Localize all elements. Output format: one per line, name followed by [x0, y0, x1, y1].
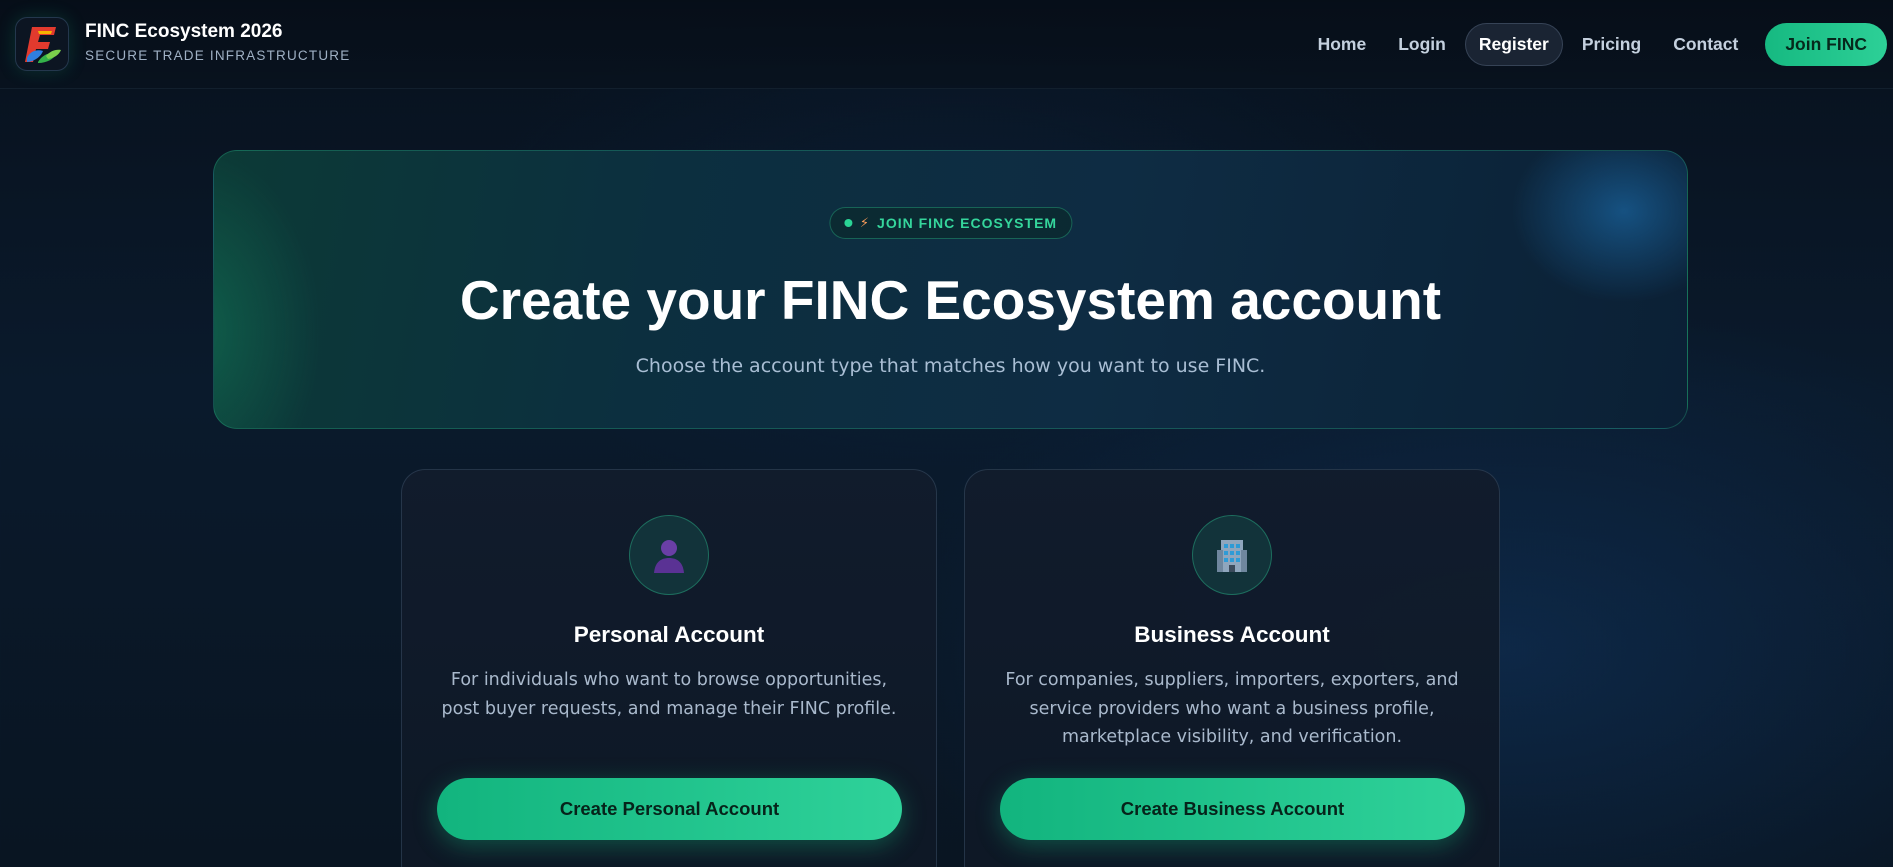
badge-label: JOIN FINC ECOSYSTEM — [877, 215, 1058, 231]
finc-logo-icon[interactable] — [15, 17, 69, 71]
create-business-account-button[interactable]: Create Business Account — [1000, 778, 1465, 840]
lightning-bolt-icon: ⚡ — [859, 215, 870, 231]
hero-banner: ⚡ JOIN FINC ECOSYSTEM Create your FINC E… — [213, 150, 1688, 429]
site-header: FINC Ecosystem 2026 SECURE TRADE INFRAST… — [0, 0, 1893, 89]
nav-pricing[interactable]: Pricing — [1569, 24, 1654, 65]
personal-card-description: For individuals who want to browse oppor… — [441, 670, 897, 719]
main-nav: Home Login Register Pricing Contact Join… — [1305, 0, 1887, 89]
page-title: Create your FINC Ecosystem account — [459, 269, 1442, 331]
business-card-description: For companies, suppliers, importers, exp… — [1005, 670, 1459, 747]
office-building-icon — [1192, 515, 1272, 595]
join-finc-button[interactable]: Join FINC — [1765, 23, 1887, 66]
status-dot-icon — [843, 219, 852, 227]
page-subtitle: Choose the account type that matches how… — [635, 355, 1266, 377]
join-badge: ⚡ JOIN FINC ECOSYSTEM — [828, 207, 1073, 239]
personal-account-card: Personal Account For individuals who wan… — [401, 469, 937, 867]
brand-subtitle: SECURE TRADE INFRASTRUCTURE — [85, 48, 351, 63]
person-icon — [629, 515, 709, 595]
personal-card-title: Personal Account — [573, 622, 765, 647]
nav-login[interactable]: Login — [1385, 24, 1459, 65]
nav-contact[interactable]: Contact — [1660, 24, 1751, 65]
nav-register[interactable]: Register — [1464, 23, 1563, 66]
business-card-title: Business Account — [1134, 622, 1330, 647]
nav-home[interactable]: Home — [1305, 24, 1380, 65]
create-personal-account-button[interactable]: Create Personal Account — [437, 778, 902, 840]
brand-title: FINC Ecosystem 2026 — [85, 21, 283, 42]
business-account-card: Business Account For companies, supplier… — [964, 469, 1500, 867]
